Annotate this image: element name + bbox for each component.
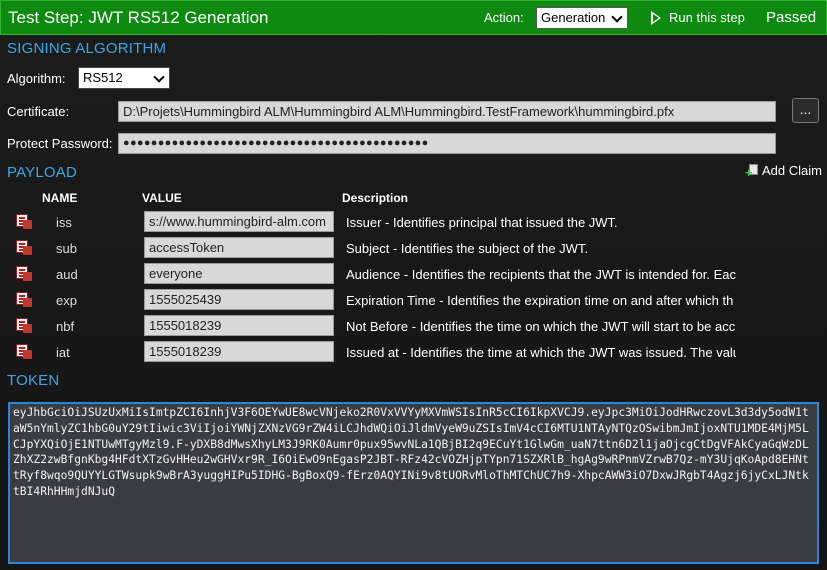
delete-claim-icon[interactable] — [16, 214, 32, 229]
action-select-value: Generation — [541, 10, 606, 25]
signing-section-title: SIGNING ALGORITHM — [7, 40, 167, 57]
claim-description: Issued at - Identifies the time at which… — [346, 345, 736, 360]
algorithm-select[interactable]: RS512 — [78, 67, 170, 89]
column-header-description: Description — [342, 191, 409, 205]
certificate-label: Certificate: — [7, 104, 70, 119]
add-claim-icon: + — [745, 163, 759, 179]
payload-section-title: PAYLOAD — [7, 164, 78, 181]
claim-description: Audience - Identifies the recipients tha… — [346, 267, 736, 282]
browse-certificate-button[interactable]: ... — [792, 98, 819, 123]
claim-description: Not Before - Identifies the time on whic… — [346, 319, 736, 334]
delete-claim-icon[interactable] — [16, 240, 32, 255]
run-step-button[interactable]: Run this step — [651, 10, 745, 25]
column-header-name: NAME — [42, 191, 78, 205]
certificate-field[interactable]: D:\Projets\Hummingbird ALM\Hummingbird A… — [118, 101, 776, 122]
step-title: Test Step: JWT RS512 Generation — [8, 8, 269, 27]
claim-name: sub — [56, 241, 77, 256]
protect-password-label: Protect Password: — [7, 136, 113, 151]
algorithm-label: Algorithm: — [7, 71, 66, 86]
claim-name: exp — [56, 293, 77, 308]
run-step-label: Run this step — [669, 10, 745, 25]
token-section-title: TOKEN — [7, 372, 60, 389]
claim-description: Expiration Time - Identifies the expirat… — [346, 293, 734, 308]
chevron-down-icon — [153, 71, 165, 83]
claim-value-input[interactable]: accessToken — [144, 237, 334, 258]
claim-value-input[interactable]: 1555018239 — [144, 341, 334, 362]
delete-claim-icon[interactable] — [16, 292, 32, 307]
claim-value-input[interactable]: 1555025439 — [144, 289, 334, 310]
step-header: Test Step: JWT RS512 Generation Action: … — [0, 0, 827, 35]
delete-claim-icon[interactable] — [16, 318, 32, 333]
claim-name: nbf — [56, 319, 75, 334]
algorithm-select-value: RS512 — [83, 70, 123, 85]
delete-claim-icon[interactable] — [16, 266, 32, 281]
delete-claim-icon[interactable] — [16, 344, 32, 359]
action-label: Action: — [484, 10, 524, 25]
play-icon — [651, 10, 662, 25]
claim-value-input[interactable]: 1555018239 — [144, 315, 334, 336]
action-select[interactable]: Generation — [536, 7, 628, 29]
add-claim-label: Add Claim — [762, 163, 822, 178]
column-header-value: VALUE — [142, 191, 182, 205]
claim-name: aud — [56, 267, 78, 282]
claim-value-input[interactable]: everyone — [144, 263, 334, 284]
claim-description: Subject - Identifies the subject of the … — [346, 241, 589, 256]
token-textarea[interactable]: eyJhbGciOiJSUzUxMiIsImtpZCI6InhjV3F6OEYw… — [8, 402, 819, 564]
claim-name: iat — [56, 345, 70, 360]
claim-value-input[interactable]: s://www.hummingbird-alm.com — [144, 211, 334, 232]
claim-description: Issuer - Identifies principal that issue… — [346, 215, 618, 230]
claim-name: iss — [56, 215, 72, 230]
status-badge: Passed — [766, 9, 817, 26]
protect-password-field[interactable]: ●●●●●●●●●●●●●●●●●●●●●●●●●●●●●●●●●●●●●●●●… — [118, 133, 776, 154]
add-claim-button[interactable]: + Add Claim — [745, 163, 822, 179]
chevron-down-icon — [611, 11, 623, 23]
token-value: eyJhbGciOiJSUzUxMiIsImtpZCI6InhjV3F6OEYw… — [13, 406, 809, 498]
